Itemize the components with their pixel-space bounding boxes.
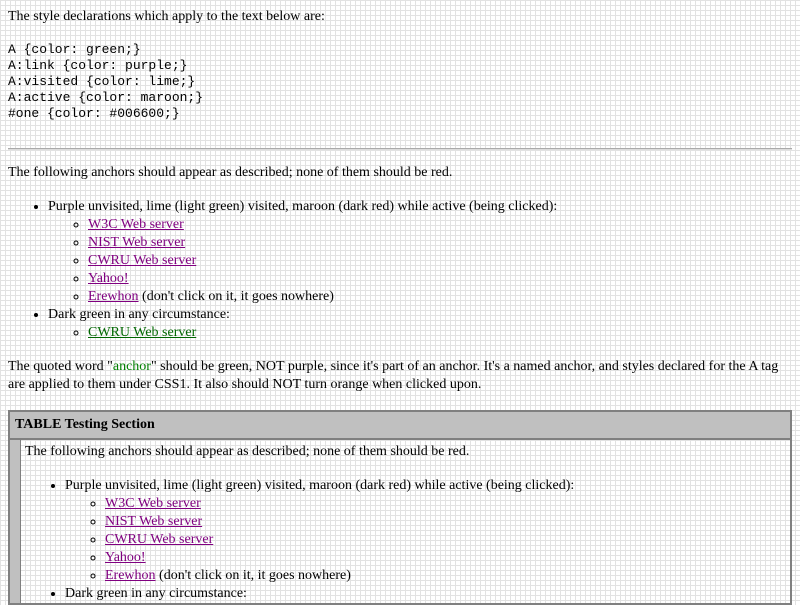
table-gutter bbox=[9, 439, 21, 604]
nist-link[interactable]: NIST Web server bbox=[88, 235, 185, 250]
list-item: NIST Web server bbox=[88, 234, 792, 252]
list-item: W3C Web server bbox=[105, 495, 786, 513]
list-item: Purple unvisited, lime (light green) vis… bbox=[65, 477, 786, 585]
page-content: The style declarations which apply to th… bbox=[8, 8, 792, 605]
list-item: CWRU Web server bbox=[105, 531, 786, 549]
purple-link-list: W3C Web server NIST Web server CWRU Web … bbox=[65, 495, 786, 585]
divider bbox=[8, 148, 792, 150]
list-item: Dark green in any circumstance: bbox=[65, 585, 786, 603]
list-item: W3C Web server bbox=[88, 216, 792, 234]
named-anchor: anchor bbox=[112, 359, 151, 374]
anchor-list: Purple unvisited, lime (light green) vis… bbox=[8, 198, 792, 342]
table-testing-section: TABLE Testing Section The following anch… bbox=[8, 410, 792, 605]
table-title: TABLE Testing Section bbox=[9, 411, 791, 440]
list-item: Yahoo! bbox=[105, 549, 786, 567]
quoted-before: The quoted word " bbox=[8, 359, 113, 374]
green-description: Dark green in any circumstance: bbox=[48, 307, 230, 322]
green-description: Dark green in any circumstance: bbox=[65, 586, 247, 601]
list-item: Erewhon (don't click on it, it goes nowh… bbox=[105, 567, 786, 585]
purple-description: Purple unvisited, lime (light green) vis… bbox=[48, 199, 558, 214]
purple-link-list: W3C Web server NIST Web server CWRU Web … bbox=[48, 216, 792, 306]
yahoo-link[interactable]: Yahoo! bbox=[88, 271, 129, 286]
cwru-link[interactable]: CWRU Web server bbox=[88, 253, 196, 268]
css-line: #one {color: #006600;} bbox=[8, 106, 180, 121]
css-line: A:link {color: purple;} bbox=[8, 58, 188, 73]
yahoo-link[interactable]: Yahoo! bbox=[105, 550, 146, 565]
list-item: CWRU Web server bbox=[88, 252, 792, 270]
css-line: A:active {color: maroon;} bbox=[8, 90, 204, 105]
erewhon-note: (don't click on it, it goes nowhere) bbox=[155, 568, 351, 583]
list-item: NIST Web server bbox=[105, 513, 786, 531]
list-item: Erewhon (don't click on it, it goes nowh… bbox=[88, 288, 792, 306]
table-cell: The following anchors should appear as d… bbox=[21, 439, 792, 604]
intro-text: The style declarations which apply to th… bbox=[8, 9, 325, 24]
list-item: Purple unvisited, lime (light green) vis… bbox=[48, 198, 792, 306]
list-item: CWRU Web server bbox=[88, 324, 792, 342]
anchors-lead: The following anchors should appear as d… bbox=[25, 444, 470, 459]
anchors-lead: The following anchors should appear as d… bbox=[8, 165, 453, 180]
quoted-paragraph: The quoted word "anchor" should be green… bbox=[8, 358, 792, 394]
w3c-link[interactable]: W3C Web server bbox=[105, 496, 201, 511]
list-item: Yahoo! bbox=[88, 270, 792, 288]
cwru-link[interactable]: CWRU Web server bbox=[105, 532, 213, 547]
green-link-list: CWRU Web server bbox=[48, 324, 792, 342]
nist-link[interactable]: NIST Web server bbox=[105, 514, 202, 529]
erewhon-link[interactable]: Erewhon bbox=[88, 289, 139, 304]
cwru-green-link[interactable]: CWRU Web server bbox=[88, 325, 196, 340]
css-line: A:visited {color: lime;} bbox=[8, 74, 196, 89]
list-item: Dark green in any circumstance: CWRU Web… bbox=[48, 306, 792, 342]
css-line: A {color: green;} bbox=[8, 42, 141, 57]
purple-description: Purple unvisited, lime (light green) vis… bbox=[65, 478, 575, 493]
erewhon-note: (don't click on it, it goes nowhere) bbox=[138, 289, 334, 304]
css-code-block: A {color: green;} A:link {color: purple;… bbox=[8, 42, 792, 122]
w3c-link[interactable]: W3C Web server bbox=[88, 217, 184, 232]
erewhon-link[interactable]: Erewhon bbox=[105, 568, 156, 583]
anchor-list: Purple unvisited, lime (light green) vis… bbox=[25, 477, 786, 603]
